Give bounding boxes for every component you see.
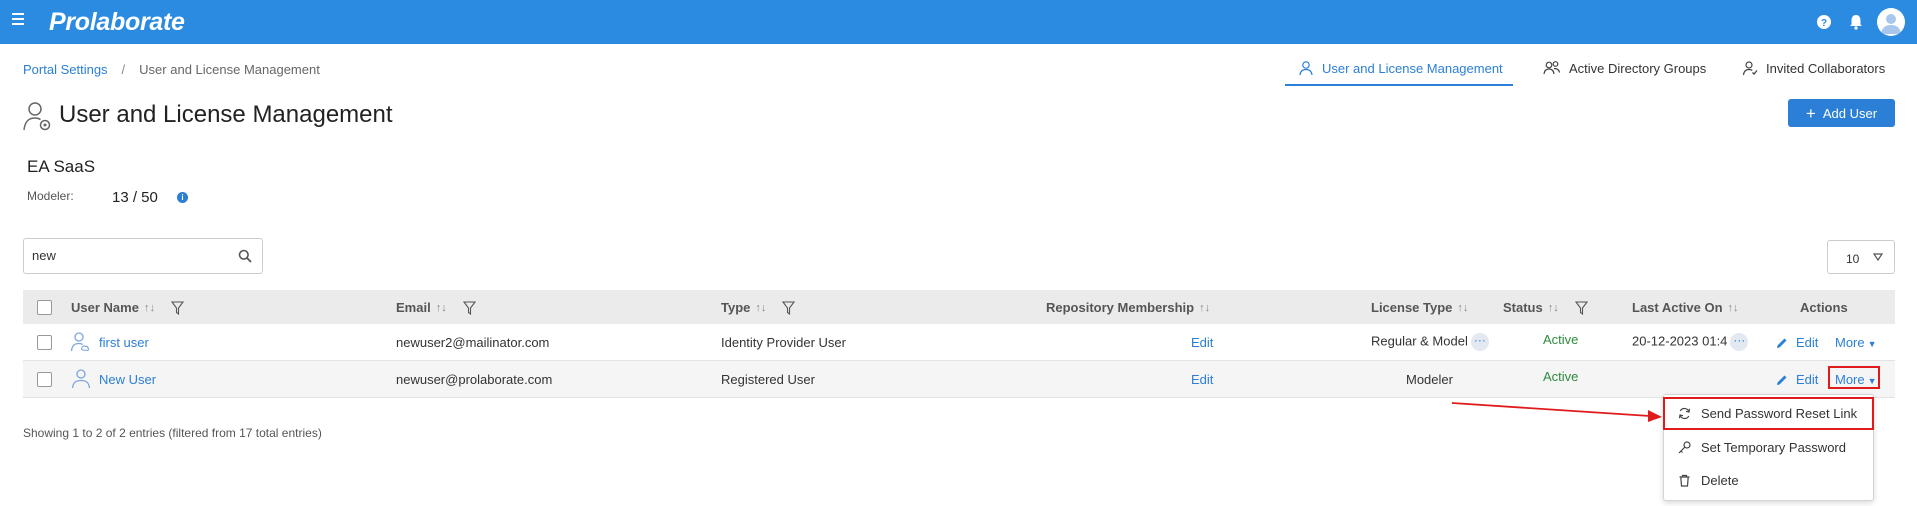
sort-icon[interactable]: ↑↓ — [1548, 302, 1559, 314]
info-icon[interactable]: i — [177, 192, 188, 203]
column-user-name[interactable]: User Name ↑↓ — [71, 300, 184, 315]
tab-label: Invited Collaborators — [1766, 60, 1886, 76]
caret-down-icon: ▼ — [1867, 339, 1877, 349]
active-tab-indicator — [1285, 84, 1513, 86]
top-bar: Prolaborate ? — [0, 0, 1917, 44]
breadcrumb-portal-settings[interactable]: Portal Settings — [23, 62, 108, 77]
sort-icon[interactable]: ↑↓ — [1728, 302, 1739, 314]
menu-item-highlight — [1663, 397, 1874, 430]
pencil-icon — [1777, 375, 1787, 385]
svg-text:?: ? — [1821, 18, 1827, 29]
user-email: newuser2@mailinator.com — [396, 335, 550, 350]
identity-provider-user-icon — [70, 332, 90, 352]
registered-user-icon — [71, 369, 91, 389]
row-checkbox[interactable] — [37, 335, 52, 350]
breadcrumb-separator: / — [121, 62, 126, 77]
modeler-count: 13 / 50 — [112, 189, 158, 206]
column-last-active-on[interactable]: Last Active On ↑↓ — [1632, 300, 1739, 315]
trash-icon — [1679, 474, 1690, 487]
license-type-value: Modeler — [1406, 372, 1453, 387]
menu-item-delete[interactable]: Delete — [1664, 465, 1873, 495]
search-icon[interactable] — [238, 249, 252, 263]
modeler-label: Modeler: — [27, 189, 74, 203]
status-active: Active — [1543, 369, 1579, 384]
table-row: New User newuser@prolaborate.com Registe… — [23, 361, 1895, 398]
filter-icon[interactable] — [1574, 300, 1588, 315]
user-name-link[interactable]: first user — [99, 335, 149, 350]
app-logo[interactable]: Prolaborate — [49, 8, 185, 37]
column-status[interactable]: Status ↑↓ — [1503, 300, 1588, 315]
page-size-select[interactable]: 10 — [1827, 240, 1895, 274]
more-button-highlight — [1828, 366, 1880, 389]
search-box[interactable] — [23, 238, 263, 274]
chevron-down-icon — [1873, 253, 1883, 262]
sort-icon[interactable]: ↑↓ — [1199, 302, 1210, 314]
status-active: Active — [1543, 332, 1579, 347]
user-email: newuser@prolaborate.com — [396, 372, 553, 387]
user-name-link[interactable]: New User — [99, 372, 156, 387]
group-icon — [1543, 61, 1561, 75]
bell-icon[interactable] — [1847, 13, 1865, 31]
sort-icon[interactable]: ↑↓ — [755, 302, 766, 314]
menu-item-set-temporary-password[interactable]: Set Temporary Password — [1664, 432, 1873, 462]
license-type-cell: Regular & Model ··· — [1371, 333, 1489, 351]
row-checkbox[interactable] — [37, 372, 52, 387]
column-type[interactable]: Type ↑↓ — [721, 300, 796, 315]
column-repository-membership[interactable]: Repository Membership ↑↓ — [1046, 300, 1210, 315]
help-icon[interactable]: ? — [1815, 13, 1833, 31]
add-user-button[interactable]: + Add User — [1788, 99, 1895, 127]
user-type: Registered User — [721, 372, 815, 387]
user-icon — [1299, 61, 1313, 76]
last-active-cell: 20-12-2023 01:4 ··· — [1632, 333, 1749, 351]
edit-user-button[interactable]: Edit — [1776, 372, 1818, 387]
tab-invited-collaborators[interactable]: Invited Collaborators — [1742, 60, 1885, 76]
plus-icon: + — [1805, 103, 1816, 123]
license-type-value: Regular & Model — [1371, 333, 1468, 349]
sort-icon[interactable]: ↑↓ — [436, 302, 447, 314]
tab-active-directory-groups[interactable]: Active Directory Groups — [1543, 60, 1706, 76]
key-icon — [1678, 440, 1691, 453]
more-dots-icon[interactable]: ··· — [1730, 333, 1749, 351]
pencil-icon — [1777, 338, 1787, 348]
tab-label: Active Directory Groups — [1569, 60, 1707, 76]
tab-user-and-license-management[interactable]: User and License Management — [1298, 60, 1503, 76]
column-email[interactable]: Email ↑↓ — [396, 300, 476, 315]
last-active-value: 20-12-2023 01:4 — [1632, 333, 1728, 349]
column-license-type[interactable]: License Type ↑↓ — [1371, 300, 1468, 315]
repository-membership-edit-link[interactable]: Edit — [1191, 335, 1213, 350]
tab-label: User and License Management — [1322, 60, 1503, 76]
hamburger-menu-icon[interactable] — [12, 13, 24, 31]
sort-icon[interactable]: ↑↓ — [1457, 302, 1468, 314]
search-input[interactable] — [32, 248, 222, 263]
sort-icon[interactable]: ↑↓ — [144, 302, 155, 314]
page-size-value: 10 — [1846, 252, 1860, 266]
page-title: User and License Management — [59, 101, 393, 128]
more-dots-icon[interactable]: ··· — [1470, 333, 1489, 351]
user-settings-icon — [23, 102, 51, 131]
repository-membership-edit-link[interactable]: Edit — [1191, 372, 1213, 387]
filter-icon[interactable] — [170, 300, 184, 315]
filter-icon[interactable] — [462, 300, 476, 315]
entries-info: Showing 1 to 2 of 2 entries (filtered fr… — [23, 426, 322, 440]
table-row: first user newuser2@mailinator.com Ident… — [23, 324, 1895, 361]
org-name: EA SaaS — [27, 157, 96, 176]
filter-icon[interactable] — [782, 300, 796, 315]
breadcrumb: Portal Settings / User and License Managem… — [23, 62, 320, 77]
invited-user-icon — [1742, 61, 1758, 76]
more-dropdown-button[interactable]: More ▼ — [1835, 335, 1877, 350]
user-avatar-icon[interactable] — [1877, 8, 1905, 36]
select-all-checkbox[interactable] — [37, 300, 52, 315]
breadcrumb-current: User and License Management — [139, 62, 320, 77]
user-type: Identity Provider User — [721, 335, 846, 350]
add-user-label: Add User — [1822, 105, 1878, 121]
table-header: User Name ↑↓ Email ↑↓ Type ↑↓ Repository Me… — [23, 290, 1895, 324]
column-actions: Actions — [1800, 300, 1848, 315]
edit-user-button[interactable]: Edit — [1776, 335, 1818, 350]
